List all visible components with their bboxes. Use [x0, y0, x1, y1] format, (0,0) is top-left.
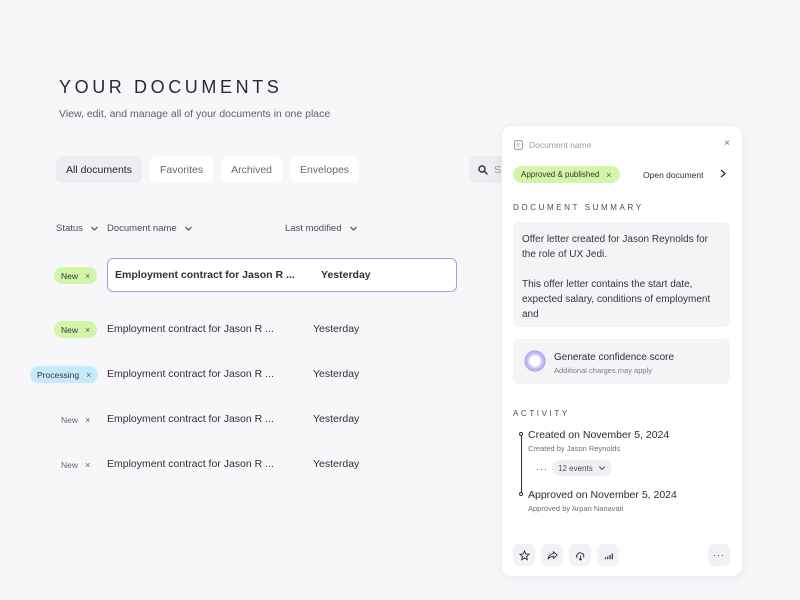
last-modified: Yesterday	[313, 323, 360, 335]
status-badge-label: New	[61, 414, 79, 425]
cloud-download-icon	[575, 551, 584, 561]
favorite-button[interactable]	[513, 544, 535, 566]
more-icon[interactable]: ···	[536, 464, 548, 474]
status-pill-label: Approved & published	[521, 170, 600, 179]
table-row[interactable]: New × Employment contract for Jason R ..…	[0, 258, 470, 292]
search-placeholder: S	[494, 163, 502, 176]
share-icon	[546, 550, 558, 559]
chevron-down-icon	[91, 226, 98, 231]
status-badge-label: New	[61, 270, 79, 281]
document-name[interactable]: Employment contract for Jason R ...	[107, 368, 274, 380]
download-button[interactable]	[569, 544, 591, 566]
remove-status-icon[interactable]: ×	[85, 271, 90, 281]
document-summary: Offer letter created for Jason Reynolds …	[513, 222, 730, 327]
table-row[interactable]: New × Employment contract for Jason R ..…	[0, 402, 470, 436]
share-button[interactable]	[541, 544, 563, 566]
activity-section-label: ACTIVITY	[513, 409, 570, 418]
page-subtitle: View, edit, and manage all of your docum…	[59, 108, 331, 120]
more-actions-button[interactable]: ···	[708, 544, 730, 566]
search-icon	[478, 164, 488, 175]
panel-header: Document name ×	[514, 138, 730, 152]
timeline-line	[521, 436, 522, 494]
summary-section-label: DOCUMENT SUMMARY	[513, 203, 644, 212]
events-count: 12 events	[558, 463, 593, 473]
tab-favorites[interactable]: Favorites	[149, 156, 214, 183]
last-modified: Yesterday	[313, 413, 360, 425]
activity-title: Created on November 5, 2024	[528, 429, 670, 441]
column-modified-label: Last modified	[285, 223, 342, 234]
timeline-dot	[519, 492, 523, 496]
signal-icon	[604, 553, 613, 559]
activity-subtitle: Approved by Arpan Nanavati	[528, 504, 624, 513]
page-title: YOUR DOCUMENTS	[59, 77, 283, 97]
stats-button[interactable]	[597, 544, 619, 566]
status-pill-approved: Approved & published ×	[513, 166, 620, 183]
generate-confidence-button[interactable]: Generate confidence score Additional cha…	[513, 339, 730, 384]
summary-paragraph: This offer letter contains the start dat…	[522, 279, 711, 320]
table-row[interactable]: Processing × Employment contract for Jas…	[0, 357, 470, 391]
activity-title: Approved on November 5, 2024	[528, 489, 677, 501]
remove-status-icon[interactable]: ×	[85, 415, 90, 425]
ai-orb-icon	[524, 350, 546, 372]
open-document-link[interactable]: Open document	[643, 170, 703, 180]
document-detail-panel: Document name × Approved & published × O…	[502, 126, 742, 576]
column-document-name[interactable]: Document name	[107, 223, 193, 234]
chevron-down-icon	[349, 226, 357, 231]
confidence-title: Generate confidence score	[554, 352, 675, 363]
remove-status-icon[interactable]: ×	[85, 325, 90, 335]
more-icon: ···	[713, 550, 725, 560]
document-icon	[514, 140, 523, 150]
tab-archived[interactable]: Archived	[221, 156, 282, 183]
chevron-down-icon	[598, 466, 605, 471]
remove-status-icon[interactable]: ×	[606, 170, 611, 180]
column-status[interactable]: Status	[56, 223, 99, 234]
column-last-modified[interactable]: Last modified	[285, 223, 358, 234]
status-badge: New ×	[54, 267, 98, 284]
last-modified: Yesterday	[313, 458, 360, 470]
table-row[interactable]: New × Employment contract for Jason R ..…	[0, 447, 470, 481]
remove-status-icon[interactable]: ×	[85, 460, 90, 470]
status-badge-label: Processing	[37, 369, 80, 380]
column-status-label: Status	[56, 223, 83, 234]
status-badge-label: New	[61, 459, 79, 470]
status-badge: New ×	[54, 456, 97, 473]
last-modified: Yesterday	[313, 368, 360, 380]
status-badge: New ×	[54, 411, 97, 428]
chevron-right-icon[interactable]	[718, 168, 728, 179]
status-badge-label: New	[61, 324, 79, 335]
close-icon[interactable]: ×	[724, 138, 730, 149]
column-name-label: Document name	[107, 223, 177, 234]
tab-all-documents[interactable]: All documents	[56, 156, 142, 183]
last-modified: Yesterday	[321, 269, 371, 281]
document-name[interactable]: Employment contract for Jason R ...	[115, 269, 295, 281]
star-icon	[518, 549, 530, 561]
confidence-subtitle: Additional charges may apply	[554, 366, 652, 375]
remove-status-icon[interactable]: ×	[86, 370, 91, 380]
timeline-dot	[519, 432, 523, 436]
chevron-down-icon	[184, 226, 192, 231]
document-name[interactable]: Employment contract for Jason R ...	[107, 458, 274, 470]
table-row[interactable]: New × Employment contract for Jason R ..…	[0, 312, 470, 346]
document-name-field[interactable]: Document name	[529, 140, 591, 150]
tab-envelopes[interactable]: Envelopes	[290, 156, 360, 183]
document-name[interactable]: Employment contract for Jason R ...	[107, 413, 274, 425]
document-name[interactable]: Employment contract for Jason R ...	[107, 323, 274, 335]
activity-subtitle: Created by Jason Reynolds	[528, 444, 621, 453]
document-tabs: All documents Favorites Archived Envelop…	[56, 156, 360, 183]
events-dropdown[interactable]: 12 events	[552, 460, 612, 476]
status-badge: Processing ×	[30, 366, 99, 383]
summary-paragraph: Offer letter created for Jason Reynolds …	[522, 234, 709, 260]
status-badge: New ×	[54, 321, 98, 338]
